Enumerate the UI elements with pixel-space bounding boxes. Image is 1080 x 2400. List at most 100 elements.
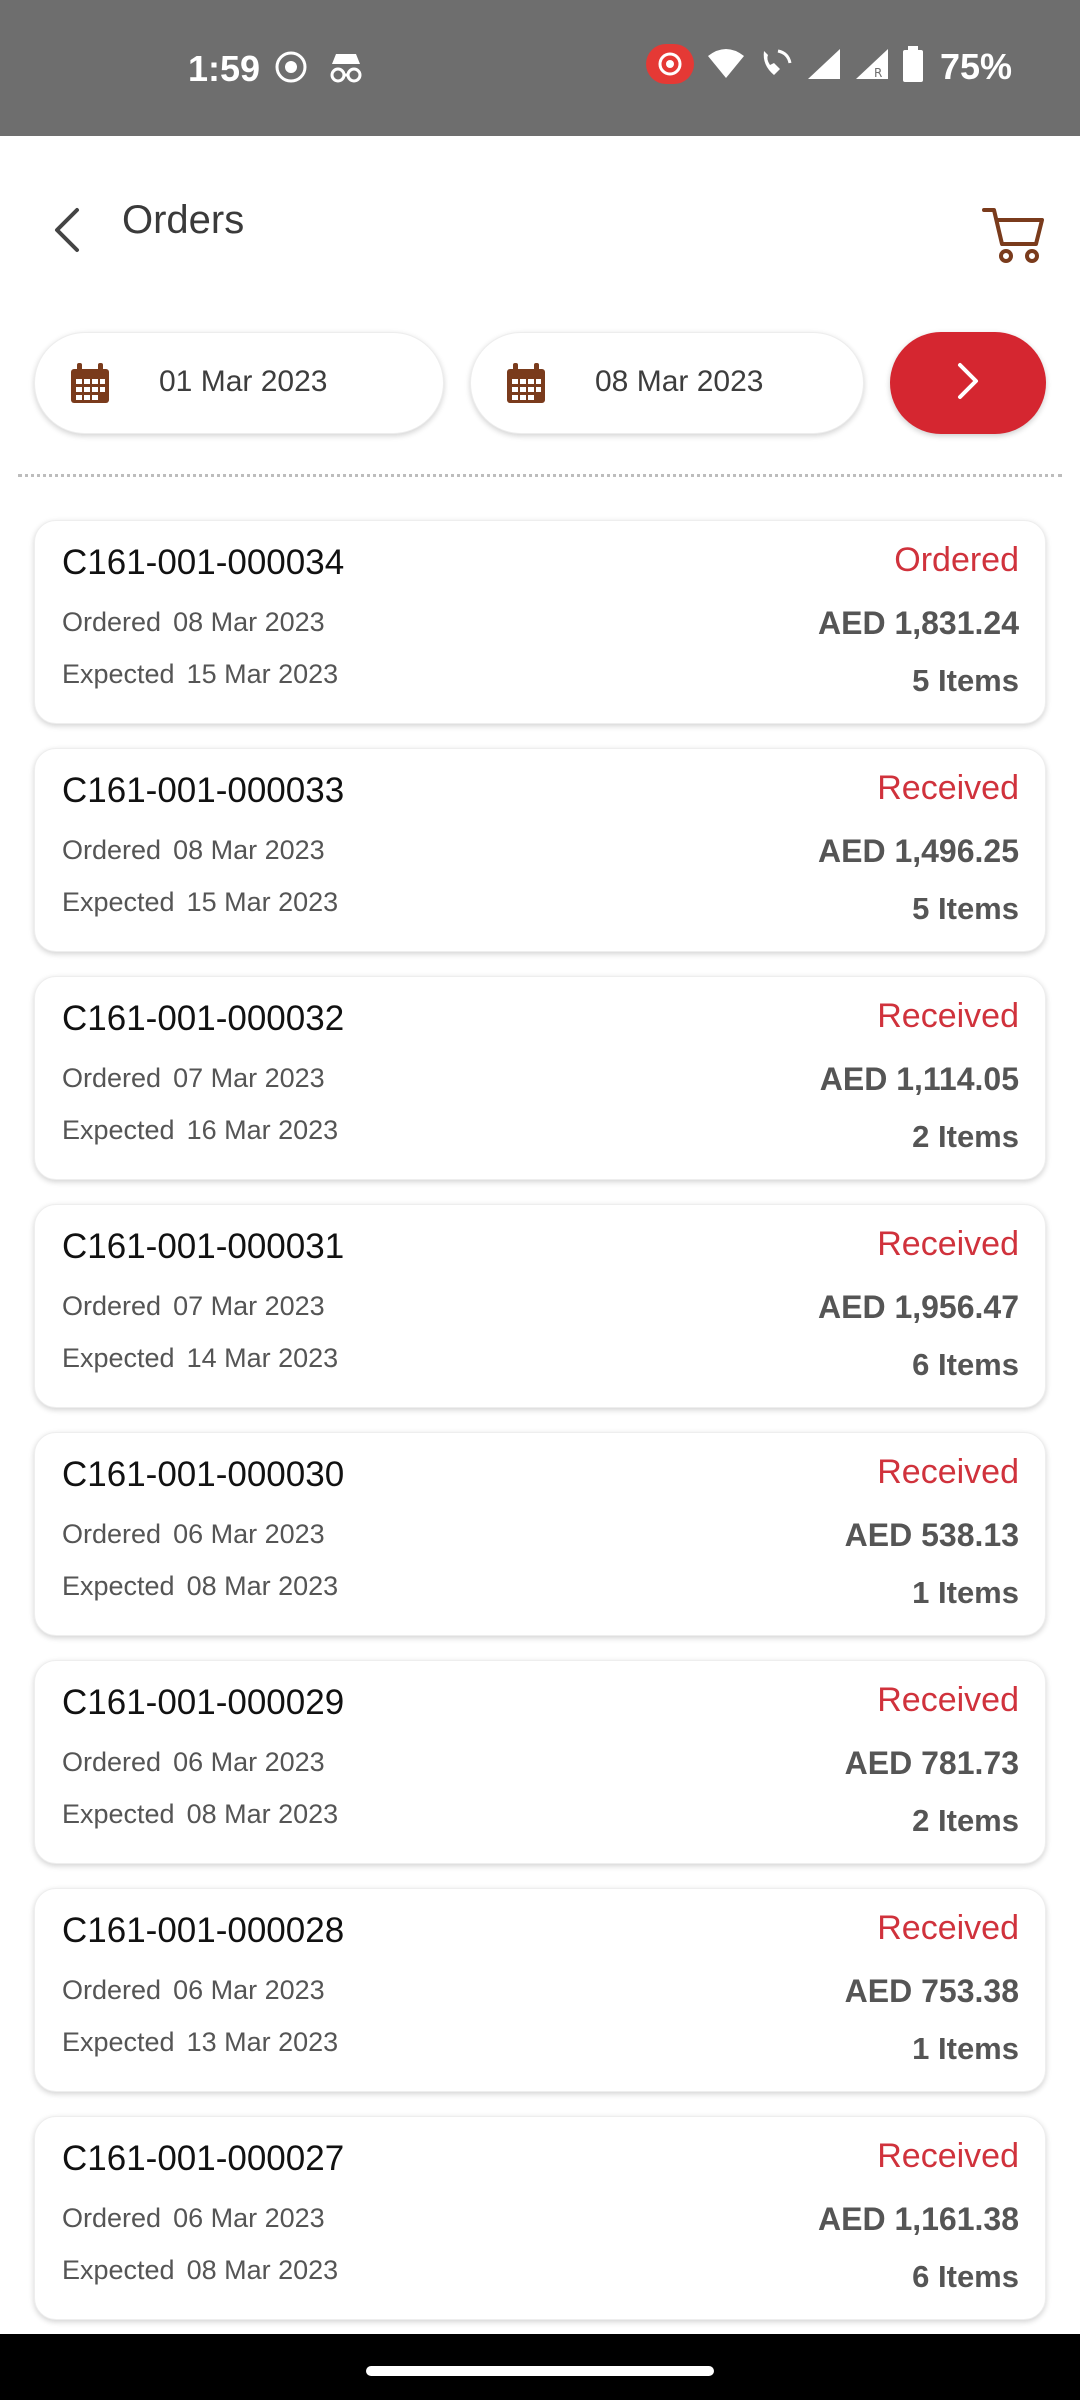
ordered-label: Ordered	[62, 1063, 162, 1093]
order-items-count: 6 Items	[912, 1347, 1019, 1382]
divider	[18, 474, 1062, 477]
ordered-label: Ordered	[62, 2203, 162, 2233]
order-items-count: 1 Items	[912, 2031, 1019, 2066]
order-card[interactable]: C161-001-000032 Received Ordered 07 Mar 2…	[34, 976, 1046, 1180]
order-items-count: 5 Items	[912, 663, 1019, 698]
expected-date: 15 Mar 2023	[186, 659, 339, 689]
order-card[interactable]: C161-001-000029 Received Ordered 06 Mar 2…	[34, 1660, 1046, 1864]
battery-icon	[902, 46, 924, 87]
expected-date-row: Expected 13 Mar 2023	[62, 2027, 338, 2058]
expected-date-row: Expected 08 Mar 2023	[62, 1571, 338, 1602]
expected-label: Expected	[62, 2027, 175, 2057]
order-card[interactable]: C161-001-000034 Ordered Ordered 08 Mar 20…	[34, 520, 1046, 724]
ordered-label: Ordered	[62, 835, 162, 865]
ordered-date: 06 Mar 2023	[173, 2203, 325, 2233]
battery-percent: 75%	[940, 45, 1013, 87]
order-amount: AED 781.73	[844, 1745, 1019, 1781]
ordered-label: Ordered	[62, 607, 162, 637]
expected-date: 08 Mar 2023	[186, 2255, 339, 2285]
order-status: Received	[877, 1909, 1019, 1947]
ordered-label: Ordered	[62, 1519, 162, 1549]
ordered-label: Ordered	[62, 1975, 162, 2005]
ordered-label: Ordered	[62, 1291, 162, 1321]
svg-text:R: R	[874, 66, 882, 80]
apply-filter-button[interactable]	[890, 332, 1046, 434]
order-amount: AED 1,496.25	[817, 833, 1019, 869]
ordered-date: 06 Mar 2023	[173, 1519, 325, 1549]
expected-date-row: Expected 15 Mar 2023	[62, 887, 338, 918]
order-status: Received	[877, 769, 1019, 807]
order-amount: AED 753.38	[844, 1973, 1019, 2009]
order-items-count: 6 Items	[912, 2259, 1019, 2294]
ordered-date-row: Ordered 06 Mar 2023	[62, 1747, 325, 1778]
ordered-date: 08 Mar 2023	[173, 607, 325, 637]
status-time: 1:59	[188, 48, 261, 89]
to-date-picker[interactable]: 08 Mar 2023	[470, 332, 864, 434]
order-id: C161-001-000032	[62, 999, 345, 1038]
expected-date-row: Expected 15 Mar 2023	[62, 659, 338, 690]
order-status: Received	[877, 1453, 1019, 1491]
screen-record-icon	[274, 50, 308, 89]
ordered-date-row: Ordered 06 Mar 2023	[62, 2203, 325, 2234]
ordered-date: 06 Mar 2023	[173, 1747, 325, 1777]
order-id: C161-001-000034	[62, 543, 345, 582]
to-date-text: 08 Mar 2023	[595, 365, 764, 398]
wifi-calling-icon	[758, 47, 794, 86]
cart-button[interactable]	[982, 206, 1048, 266]
orders-list: C161-001-000034 Ordered Ordered 08 Mar 20…	[34, 520, 1046, 2344]
order-card[interactable]: C161-001-000027 Received Ordered 06 Mar 2…	[34, 2116, 1046, 2320]
expected-date: 08 Mar 2023	[186, 1799, 339, 1829]
from-date-picker[interactable]: 01 Mar 2023	[34, 332, 444, 434]
order-amount: AED 1,956.47	[817, 1289, 1019, 1325]
order-id: C161-001-000029	[62, 1683, 345, 1722]
calendar-icon	[69, 363, 111, 410]
from-date-text: 01 Mar 2023	[159, 365, 328, 398]
expected-label: Expected	[62, 1571, 175, 1601]
chevron-right-icon	[954, 359, 982, 408]
expected-date: 14 Mar 2023	[186, 1343, 339, 1373]
order-status: Received	[877, 2137, 1019, 2175]
back-button[interactable]	[40, 196, 94, 268]
order-status: Received	[877, 1225, 1019, 1263]
expected-date-row: Expected 08 Mar 2023	[62, 1799, 338, 1830]
ordered-date-row: Ordered 07 Mar 2023	[62, 1291, 325, 1322]
ordered-date: 06 Mar 2023	[173, 1975, 325, 2005]
expected-date-row: Expected 14 Mar 2023	[62, 1343, 338, 1374]
order-items-count: 5 Items	[912, 891, 1019, 926]
order-amount: AED 1,831.24	[817, 605, 1019, 641]
order-id: C161-001-000033	[62, 771, 345, 810]
order-amount: AED 538.13	[844, 1517, 1019, 1553]
order-items-count: 2 Items	[912, 1119, 1019, 1154]
expected-date: 13 Mar 2023	[186, 2027, 339, 2057]
order-status: Ordered	[894, 541, 1019, 579]
cart-icon	[982, 208, 1048, 270]
order-card[interactable]: C161-001-000030 Received Ordered 06 Mar 2…	[34, 1432, 1046, 1636]
chevron-left-icon	[51, 206, 83, 259]
page-title: Orders	[122, 198, 245, 242]
expected-date-row: Expected 16 Mar 2023	[62, 1115, 338, 1146]
expected-label: Expected	[62, 659, 175, 689]
order-amount: AED 1,161.38	[817, 2201, 1019, 2237]
expected-label: Expected	[62, 1343, 175, 1373]
expected-label: Expected	[62, 1115, 175, 1145]
order-id: C161-001-000031	[62, 1227, 345, 1266]
ordered-date: 07 Mar 2023	[173, 1291, 325, 1321]
order-card[interactable]: C161-001-000033 Received Ordered 08 Mar 2…	[34, 748, 1046, 952]
ordered-label: Ordered	[62, 1747, 162, 1777]
expected-date: 16 Mar 2023	[186, 1115, 339, 1145]
ordered-date-row: Ordered 06 Mar 2023	[62, 1975, 325, 2006]
order-card[interactable]: C161-001-000028 Received Ordered 06 Mar 2…	[34, 1888, 1046, 2092]
home-gesture-handle[interactable]	[366, 2366, 714, 2376]
ordered-date-row: Ordered 06 Mar 2023	[62, 1519, 325, 1550]
calendar-icon	[505, 363, 547, 410]
expected-label: Expected	[62, 1799, 175, 1829]
expected-date: 08 Mar 2023	[186, 1571, 339, 1601]
order-id: C161-001-000028	[62, 1911, 345, 1950]
expected-label: Expected	[62, 2255, 175, 2285]
record-indicator-icon	[646, 44, 694, 89]
order-card[interactable]: C161-001-000031 Received Ordered 07 Mar 2…	[34, 1204, 1046, 1408]
ordered-date: 07 Mar 2023	[173, 1063, 325, 1093]
expected-date: 15 Mar 2023	[186, 887, 339, 917]
order-items-count: 1 Items	[912, 1575, 1019, 1610]
ordered-date-row: Ordered 08 Mar 2023	[62, 607, 325, 638]
